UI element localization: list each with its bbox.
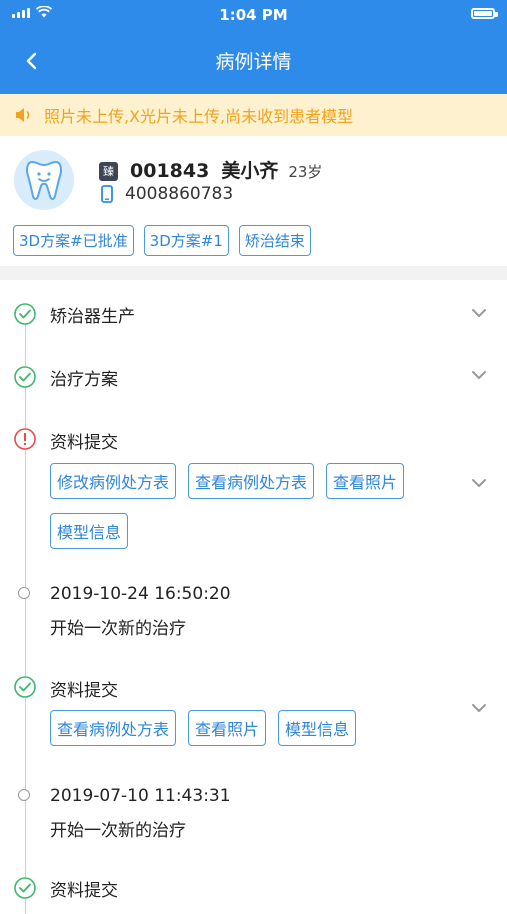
view-prescription-button[interactable]: 查看病例处方表	[50, 710, 177, 746]
status-tags: 3D方案#已批准 3D方案#1 矫治结束	[13, 225, 311, 256]
warning-banner: 照片未上传,X光片未上传,尚未收到患者模型	[0, 94, 507, 136]
model-info-button[interactable]: 模型信息	[50, 513, 129, 549]
model-info-button[interactable]: 模型信息	[278, 710, 357, 746]
tag-treatment-finished[interactable]: 矫治结束	[238, 225, 311, 256]
event-text: 开始一次新的治疗	[50, 821, 186, 841]
timeline-step-production: 矫治器生产	[50, 307, 135, 327]
check-circle-icon	[14, 366, 36, 388]
check-circle-icon	[14, 676, 36, 698]
speaker-icon	[16, 108, 30, 122]
event-text: 开始一次新的治疗	[50, 619, 186, 639]
tag-3d-approved[interactable]: 3D方案#已批准	[13, 225, 134, 256]
chevron-down-icon[interactable]	[470, 369, 488, 381]
warning-text: 照片未上传,X光片未上传,尚未收到患者模型	[44, 107, 354, 126]
nav-bar: 病例详情	[0, 28, 507, 94]
submission-actions: 查看病例处方表 查看照片 模型信息	[50, 710, 460, 746]
check-circle-icon	[14, 877, 36, 899]
patient-phone: 4008860783	[125, 184, 234, 204]
event-datetime: 2019-07-10 11:43:31	[50, 786, 231, 806]
page-title: 病例详情	[215, 51, 292, 73]
view-photos-button[interactable]: 查看照片	[188, 710, 267, 746]
tag-3d-plan[interactable]: 3D方案#1	[143, 225, 229, 256]
patient-age: 23岁	[288, 163, 323, 181]
view-prescription-button[interactable]: 查看病例处方表	[188, 463, 315, 499]
timeline-step-treatment-plan: 治疗方案	[50, 370, 118, 390]
edit-prescription-button[interactable]: 修改病例处方表	[50, 463, 177, 499]
chevron-down-icon[interactable]	[470, 702, 488, 714]
status-bar: 1:04 PM	[0, 0, 507, 28]
timeline-dot	[18, 789, 30, 801]
patient-info-line: 臻 001843 美小齐 23岁	[99, 156, 322, 183]
timeline-step-data-submission: 资料提交	[50, 681, 118, 701]
phone-icon	[101, 185, 113, 203]
patient-phone-line: 4008860783	[101, 184, 233, 204]
patient-card: 臻 001843 美小齐 23岁 4008860783 3D方案#已批准 3D方…	[0, 136, 507, 264]
chevron-down-icon[interactable]	[470, 477, 488, 489]
status-time: 1:04 PM	[219, 6, 288, 24]
submission-actions: 修改病例处方表 查看病例处方表 查看照片 模型信息	[50, 463, 460, 549]
case-timeline: 矫治器生产 治疗方案 资料提交 修改病例处方表 查看病例处方表 查看照片 模型信…	[0, 280, 507, 914]
battery-icon	[471, 8, 498, 19]
timeline-line	[25, 314, 26, 914]
event-datetime: 2019-10-24 16:50:20	[50, 584, 231, 604]
timeline-step-data-submission: 资料提交	[50, 881, 118, 901]
chevron-down-icon[interactable]	[470, 307, 488, 319]
error-circle-icon	[14, 428, 36, 450]
tooth-avatar-icon	[14, 150, 74, 210]
patient-name: 美小齐	[221, 160, 279, 182]
check-circle-icon	[14, 303, 36, 325]
view-photos-button[interactable]: 查看照片	[326, 463, 405, 499]
brand-badge: 臻	[99, 162, 118, 181]
timeline-dot	[18, 587, 30, 599]
section-divider	[0, 266, 507, 280]
timeline-step-data-submission: 资料提交	[50, 433, 118, 453]
patient-id: 001843	[130, 160, 210, 182]
